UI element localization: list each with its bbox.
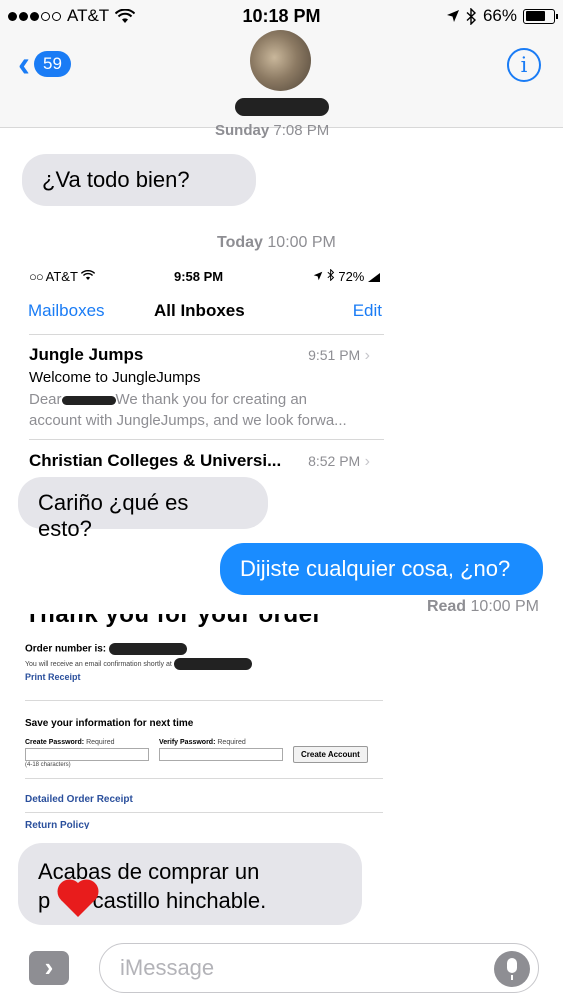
- redaction-bar: [108, 643, 187, 655]
- chevron-left-icon: ‹: [18, 43, 30, 84]
- email-screenshot-image[interactable]: ○○ AT&T 9:58 PM 72% Mailboxes All Inboxe…: [26, 263, 384, 473]
- battery-icon: [368, 273, 380, 283]
- char-hint: (4-18 characters): [25, 762, 71, 768]
- create-account-button: Create Account: [293, 746, 368, 763]
- redaction-bar: [61, 395, 116, 405]
- message-field[interactable]: [99, 943, 539, 993]
- print-receipt-link: Print Receipt: [25, 672, 81, 682]
- imessage-input[interactable]: [118, 952, 478, 984]
- bluetooth-icon: [327, 268, 334, 282]
- divider: [25, 812, 383, 813]
- email-time: 8:52 PM: [308, 453, 370, 471]
- message-composer: ›: [0, 933, 563, 1000]
- read-receipt: Read 10:00 PM: [426, 598, 539, 615]
- conversation-header: AT&T 10:18 PM 66% ‹ 59 i: [0, 0, 563, 128]
- message-line-end: o castillo hinchable.: [74, 888, 267, 913]
- order-heading: Thank you for your order: [25, 614, 323, 628]
- confirmation-text: You will receive an email confirmation s…: [25, 658, 252, 670]
- incoming-message[interactable]: ¿Va todo bien?: [22, 154, 256, 206]
- email-preview: Dear We thank you for creating an account…: [29, 391, 347, 429]
- status-right: 66%: [446, 6, 558, 26]
- location-arrow-icon: [446, 10, 459, 22]
- info-icon[interactable]: i: [507, 48, 541, 82]
- return-policy-link: Return Policy: [25, 820, 90, 829]
- divider: [25, 778, 383, 779]
- redaction-bar: [173, 658, 252, 670]
- divider: [29, 439, 384, 440]
- timestamp-sunday: Sunday 7:08 PM: [215, 122, 330, 139]
- divider: [29, 334, 384, 335]
- mail-status-time: 9:58 PM: [174, 269, 224, 284]
- battery-icon: [523, 8, 558, 24]
- email-row-christian-colleges: Christian Colleges & Universi... 8:52 PM: [29, 451, 384, 471]
- email-subject: Welcome to JungleJumps: [29, 369, 201, 386]
- order-screenshot-image[interactable]: Thank you for your order Order number is…: [20, 614, 385, 829]
- mailboxes-link: Mailboxes: [28, 301, 105, 320]
- order-number-label: Order number is:: [25, 643, 187, 655]
- contact-name-redacted[interactable]: [235, 98, 329, 116]
- unread-count-badge: 59: [34, 51, 71, 77]
- edit-link: Edit: [352, 301, 382, 320]
- save-info-heading: Save your information for next time: [25, 718, 194, 729]
- timestamp-today: Today 10:00 PM: [217, 234, 336, 251]
- all-inboxes-title: All Inboxes: [154, 301, 245, 320]
- verify-password-label: Verify Password: Required: [159, 739, 246, 746]
- divider: [25, 700, 383, 701]
- email-time: 9:51 PM: [308, 347, 370, 365]
- mail-status-right: 72%: [313, 268, 380, 284]
- message-line-start: p: [38, 888, 51, 913]
- location-arrow-icon: [313, 271, 323, 281]
- incoming-message[interactable]: Cariño ¿qué es esto?: [18, 477, 268, 541]
- battery-percent: 66%: [482, 6, 517, 25]
- microphone-icon[interactable]: [494, 951, 530, 987]
- wifi-icon: [81, 269, 96, 281]
- app-drawer-chevron-icon[interactable]: ›: [29, 951, 69, 985]
- mail-nav-bar: Mailboxes All Inboxes Edit: [26, 301, 384, 331]
- bluetooth-icon: [466, 7, 476, 25]
- verify-password-field: [159, 748, 283, 761]
- mail-status-carrier: ○○ AT&T: [29, 269, 96, 284]
- back-button[interactable]: ‹ 59: [18, 46, 71, 82]
- create-password-field: [25, 748, 149, 761]
- email-row-jungle-jumps: Jungle Jumps 9:51 PM Welcome to JungleJu…: [29, 345, 384, 431]
- create-password-label: Create Password: Required: [25, 739, 115, 746]
- contact-avatar[interactable]: [250, 30, 311, 91]
- detailed-receipt-link: Detailed Order Receipt: [25, 794, 133, 805]
- outgoing-message[interactable]: Dijiste cualquier cosa, ¿no?: [220, 543, 543, 595]
